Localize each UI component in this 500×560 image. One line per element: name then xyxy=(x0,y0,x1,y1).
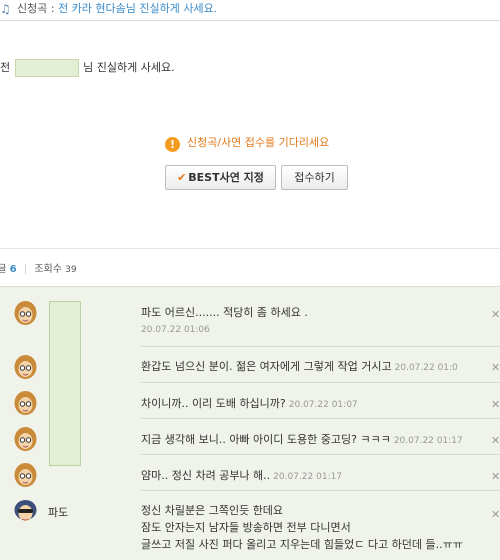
comment-count-label: 댓글 xyxy=(0,264,7,275)
avatar-icon xyxy=(14,427,37,451)
comment-meta: 20.07.22 01:06 xyxy=(141,322,210,335)
song-request-label: 신청곡 : xyxy=(17,2,55,15)
comment-item: 파도 어르신....... 적당히 좀 하세요 . xyxy=(141,304,308,320)
checkmark-icon: ✔ xyxy=(177,171,187,184)
comment-item: 환갑도 넘으신 분이. 젊은 여자에게 그렇게 작업 거시고 20.07.22 0… xyxy=(141,358,458,374)
comment-item: 얌마.. 정신 차려 공부나 해.. 20.07.22 01:17 xyxy=(141,467,342,483)
comment-text: 얌마.. 정신 차려 공부나 해.. xyxy=(141,469,271,482)
post-body-suffix: 님 진실하게 사세요. xyxy=(83,61,175,74)
song-request-line: 신청곡 : 전 카라 현다솜님 진실하게 사세요. xyxy=(17,0,217,18)
author-name[interactable]: 파도 xyxy=(48,504,68,520)
comment-date: 20.07.22 01:17 xyxy=(273,472,343,482)
comment-item: 정신 차릴분은 그쪽인듯 한데요 잠도 안자는지 남자들 방송하면 전부 다니면… xyxy=(141,502,463,553)
comment-line: 잠도 안자는지 남자들 방송하면 전부 다니면서 xyxy=(141,521,351,534)
avatar-icon xyxy=(14,391,37,415)
delete-icon[interactable]: ✕ xyxy=(491,362,500,373)
comment-list: 파도 어르신....... 적당히 좀 하세요 . 20.07.22 01:06… xyxy=(0,286,500,560)
apply-button[interactable]: 접수하기 xyxy=(281,165,348,190)
redacted-name xyxy=(14,59,79,77)
avatar-icon xyxy=(14,301,37,325)
best-story-button[interactable]: ✔ BEST사연 지정 xyxy=(165,165,276,190)
avatar-icon xyxy=(14,463,37,487)
warning-icon: ! xyxy=(165,137,180,152)
comment-item: 지금 생각해 보니.. 아빠 아이디 도용한 중고딩? ㅋㅋㅋ 20.07.22 … xyxy=(141,431,463,447)
song-request-header: ♫ 신청곡 : 전 카라 현다솜님 진실하게 사세요. xyxy=(0,0,500,21)
comment-text: 지금 생각해 보니.. 아빠 아이디 도용한 중고딩? ㅋㅋㅋ xyxy=(141,433,391,446)
comment-count: 6 xyxy=(9,264,17,275)
delete-icon[interactable]: ✕ xyxy=(491,399,500,410)
row-divider xyxy=(141,382,500,383)
comment-text: 차이니까.. 이리 도배 하십니까? xyxy=(141,397,286,410)
row-divider xyxy=(141,490,500,491)
comment-line: 글쓰고 저질 사진 퍼다 올리고 지우는데 힘들었ㄷ 다고 하던데 들..ㅠㅠ xyxy=(141,538,463,551)
view-count-label: 조회수 xyxy=(34,264,62,275)
post-body-prefix: 전 xyxy=(0,61,11,74)
redacted-commenter-name xyxy=(49,301,81,466)
post-body: 전 님 진실하게 사세요. xyxy=(0,59,175,77)
music-note-icon: ♫ xyxy=(0,2,11,16)
row-divider xyxy=(141,346,500,347)
comment-line: 정신 차릴분은 그쪽인듯 한데요 xyxy=(141,504,284,517)
row-divider xyxy=(141,418,500,419)
best-story-button-label: BEST사연 지정 xyxy=(188,171,264,184)
delete-icon[interactable]: ✕ xyxy=(491,309,500,320)
row-divider xyxy=(141,454,500,455)
author-avatar-icon xyxy=(14,500,37,521)
song-request-message: 전 카라 현다솜님 진실하게 사세요. xyxy=(58,2,218,15)
comment-date: 20.07.22 01:07 xyxy=(288,400,358,410)
comment-date: 20.07.22 01:0 xyxy=(394,363,458,373)
comment-date: 20.07.22 01:17 xyxy=(393,436,463,446)
avatar-icon xyxy=(14,355,37,379)
count-separator: | xyxy=(23,264,28,275)
delete-icon[interactable]: ✕ xyxy=(491,509,500,520)
waiting-notice: ! 신청곡/사연 접수를 기다리세요 xyxy=(165,134,329,152)
waiting-notice-text: 신청곡/사연 접수를 기다리세요 xyxy=(187,136,330,149)
comment-date: 20.07.22 01:06 xyxy=(141,325,210,335)
divider xyxy=(0,248,500,249)
view-count: 39 xyxy=(65,265,77,275)
comment-text: 환갑도 넘으신 분이. 젊은 여자에게 그렇게 작업 거시고 xyxy=(141,360,392,373)
delete-icon[interactable]: ✕ xyxy=(491,471,500,482)
comment-view-counts: 댓글 6 | 조회수 39 xyxy=(0,263,89,277)
delete-icon[interactable]: ✕ xyxy=(491,435,500,446)
comment-item: 차이니까.. 이리 도배 하십니까? 20.07.22 01:07 xyxy=(141,395,358,411)
apply-button-label: 접수하기 xyxy=(294,171,335,184)
comment-text: 파도 어르신....... 적당히 좀 하세요 . xyxy=(141,306,308,319)
